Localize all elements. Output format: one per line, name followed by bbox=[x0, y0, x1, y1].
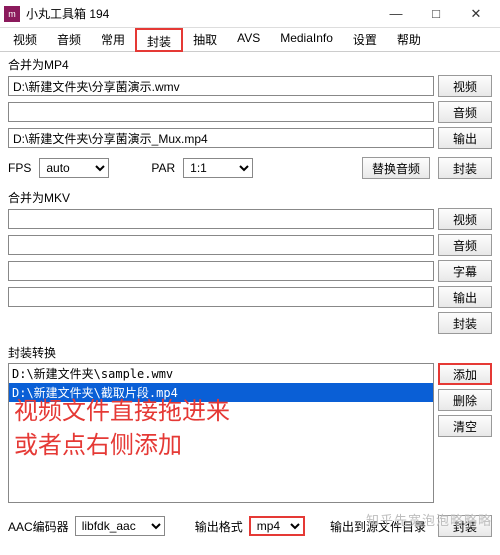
fps-select[interactable]: auto bbox=[39, 158, 109, 178]
delete-button[interactable]: 删除 bbox=[438, 389, 492, 411]
file-listbox[interactable]: D:\新建文件夹\sample.wmvD:\新建文件夹\截取片段.mp4 bbox=[8, 363, 434, 503]
mkv-sub-button[interactable]: 字幕 bbox=[438, 260, 492, 282]
format-label: 输出格式 bbox=[195, 518, 243, 535]
aac-select[interactable]: libfdk_aac bbox=[75, 516, 165, 536]
replace-audio-button[interactable]: 替换音频 bbox=[362, 157, 430, 179]
mp4-video-path[interactable] bbox=[8, 76, 434, 96]
mp4-audio-button[interactable]: 音频 bbox=[438, 101, 492, 123]
close-button[interactable]: ✕ bbox=[456, 1, 496, 27]
maximize-button[interactable]: □ bbox=[416, 1, 456, 27]
tab-2[interactable]: 常用 bbox=[91, 28, 135, 51]
par-select[interactable]: 1:1 bbox=[183, 158, 253, 178]
mp4-section-label: 合并为MP4 bbox=[8, 56, 492, 73]
par-label: PAR bbox=[151, 161, 175, 175]
mkv-video-button[interactable]: 视频 bbox=[438, 208, 492, 230]
list-item[interactable]: D:\新建文件夹\截取片段.mp4 bbox=[9, 383, 433, 402]
tab-8[interactable]: 帮助 bbox=[387, 28, 431, 51]
mkv-section-label: 合并为MKV bbox=[8, 189, 492, 206]
tab-6[interactable]: MediaInfo bbox=[270, 28, 343, 51]
mp4-output-button[interactable]: 输出 bbox=[438, 127, 492, 149]
mkv-output-path[interactable] bbox=[8, 287, 434, 307]
tab-4[interactable]: 抽取 bbox=[183, 28, 227, 51]
watermark: 知乎先宽泡泡略略略 bbox=[366, 510, 492, 529]
clear-button[interactable]: 清空 bbox=[438, 415, 492, 437]
conv-section-label: 封装转换 bbox=[8, 344, 492, 361]
mp4-audio-path[interactable] bbox=[8, 102, 434, 122]
mkv-output-button[interactable]: 输出 bbox=[438, 286, 492, 308]
mp4-mux-button[interactable]: 封装 bbox=[438, 157, 492, 179]
mkv-video-path[interactable] bbox=[8, 209, 434, 229]
aac-label: AAC编码器 bbox=[8, 518, 69, 535]
app-icon: m bbox=[4, 6, 20, 22]
mp4-output-path[interactable] bbox=[8, 128, 434, 148]
tab-0[interactable]: 视频 bbox=[3, 28, 47, 51]
tab-3[interactable]: 封装 bbox=[135, 28, 183, 52]
minimize-button[interactable]: ― bbox=[376, 1, 416, 27]
fps-label: FPS bbox=[8, 161, 31, 175]
format-select[interactable]: mp4 bbox=[249, 516, 305, 536]
mp4-video-button[interactable]: 视频 bbox=[438, 75, 492, 97]
list-item[interactable]: D:\新建文件夹\sample.wmv bbox=[9, 364, 433, 383]
mkv-mux-button[interactable]: 封装 bbox=[438, 312, 492, 334]
tab-5[interactable]: AVS bbox=[227, 28, 270, 51]
mkv-audio-button[interactable]: 音频 bbox=[438, 234, 492, 256]
mkv-audio-path[interactable] bbox=[8, 235, 434, 255]
add-button[interactable]: 添加 bbox=[438, 363, 492, 385]
tab-7[interactable]: 设置 bbox=[343, 28, 387, 51]
tab-1[interactable]: 音频 bbox=[47, 28, 91, 51]
mkv-sub-path[interactable] bbox=[8, 261, 434, 281]
window-title: 小丸工具箱 194 bbox=[26, 5, 376, 22]
